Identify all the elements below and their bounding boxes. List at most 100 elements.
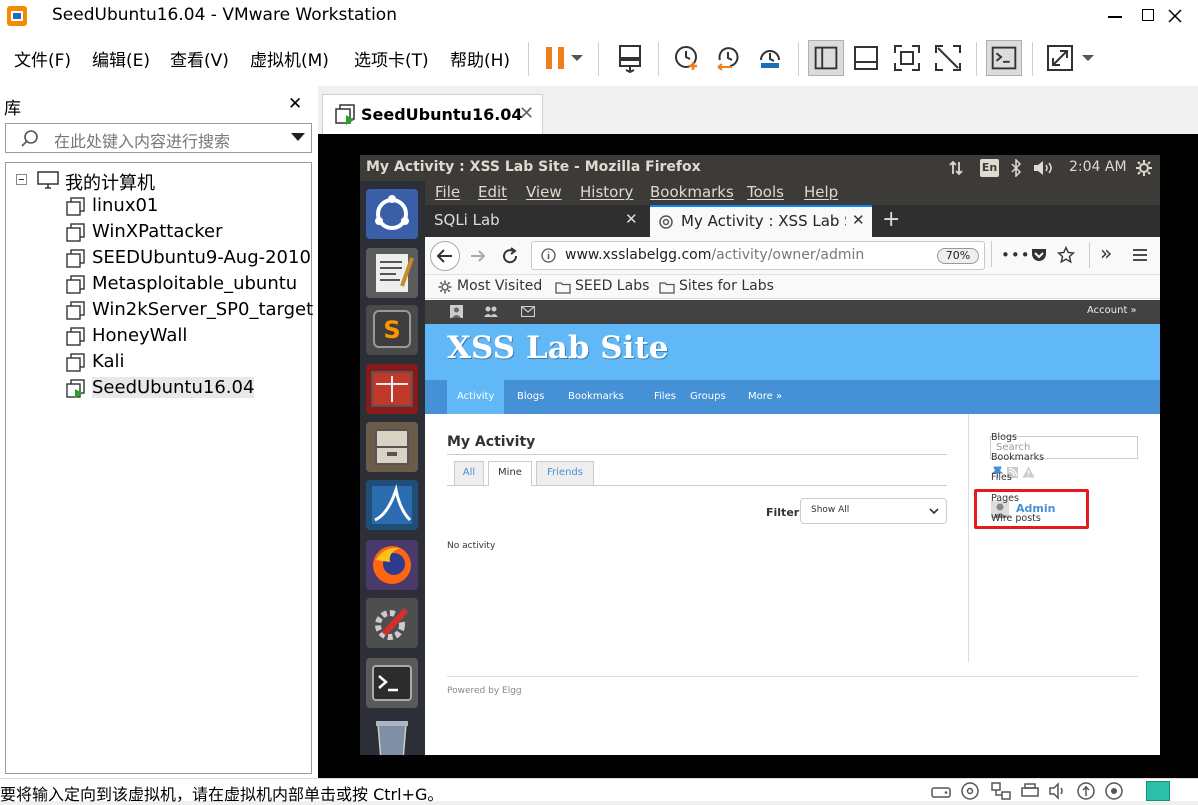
menu-edit[interactable]: 编辑(E): [92, 46, 150, 71]
powered-by-link[interactable]: Powered by Elgg: [447, 686, 522, 696]
usb-device-icon[interactable]: [1076, 781, 1096, 801]
launcher-trash-button[interactable]: [366, 716, 418, 755]
sound-card-icon[interactable]: [1048, 782, 1068, 800]
tree-item-vm[interactable]: Win2kServer_SP0_target: [6, 297, 313, 323]
owner-link[interactable]: Files: [991, 472, 1012, 483]
menu-vm[interactable]: 虚拟机(M): [250, 46, 329, 71]
filter-tab-all[interactable]: All: [454, 461, 484, 485]
url-bar[interactable]: www.xsslabelgg.com/activity/owner/admin …: [531, 241, 985, 270]
menu-file[interactable]: 文件(F): [14, 46, 71, 71]
back-button[interactable]: [429, 240, 461, 272]
unity-button[interactable]: [930, 40, 966, 76]
volume-icon[interactable]: [1032, 160, 1056, 176]
owner-link[interactable]: Pages: [991, 493, 1019, 504]
chevron-down-icon[interactable]: [291, 133, 305, 143]
user-avatar-icon[interactable]: [450, 305, 463, 318]
keyboard-layout-indicator[interactable]: En: [980, 159, 999, 177]
account-menu[interactable]: Account »: [1087, 305, 1137, 316]
power-dropdown[interactable]: [566, 40, 588, 76]
bluetooth-icon[interactable]: [1010, 159, 1022, 177]
ff-menu-view[interactable]: View: [526, 183, 562, 201]
nav-bookmarks[interactable]: Bookmarks: [558, 380, 634, 414]
ff-menu-help[interactable]: Help: [804, 183, 838, 201]
tree-item-vm[interactable]: Metasploitable_ubuntu: [6, 271, 311, 297]
tree-item-vm[interactable]: WinXPattacker: [6, 219, 311, 245]
friends-icon[interactable]: [483, 305, 499, 318]
library-view-button[interactable]: [808, 40, 844, 76]
snapshot-manager-button[interactable]: [752, 40, 788, 76]
nav-more[interactable]: More »: [738, 380, 792, 414]
stretch-dropdown[interactable]: [1078, 40, 1098, 76]
launcher-dash-button[interactable]: [366, 189, 418, 239]
reload-icon[interactable]: [501, 247, 519, 265]
launcher-sublime-button[interactable]: S: [366, 305, 418, 355]
launcher-terminal-red-button[interactable]: [366, 364, 418, 414]
launcher-files-button[interactable]: [366, 422, 418, 472]
revert-snapshot-button[interactable]: [710, 40, 746, 76]
report-warning-icon[interactable]: [1022, 466, 1035, 478]
take-snapshot-button[interactable]: [668, 40, 704, 76]
hide-tabs-button[interactable]: [848, 40, 884, 76]
filter-tab-mine[interactable]: Mine: [488, 461, 532, 486]
close-button[interactable]: [1152, 0, 1198, 32]
bookmark-most-visited[interactable]: Most Visited: [457, 278, 542, 294]
filter-tab-friends[interactable]: Friends: [536, 461, 594, 485]
ff-menu-history[interactable]: History: [580, 183, 633, 201]
menu-tabs[interactable]: 选项卡(T): [354, 46, 429, 71]
settings-gear-icon[interactable]: [1135, 159, 1153, 177]
tree-item-vm[interactable]: SeedUbuntu16.04: [6, 375, 311, 401]
vm-status-indicator-icon[interactable]: [1146, 781, 1170, 801]
collapse-toggle-icon[interactable]: [16, 174, 27, 185]
menu-view[interactable]: 查看(V): [170, 46, 229, 71]
tree-item-vm[interactable]: Kali: [6, 349, 311, 375]
zoom-indicator[interactable]: 70%: [937, 248, 979, 264]
ff-menu-tools[interactable]: Tools: [747, 183, 784, 201]
filter-select[interactable]: Show All: [800, 498, 947, 524]
printer-icon[interactable]: [1020, 782, 1040, 800]
guest-clock[interactable]: 2:04 AM: [1069, 159, 1127, 175]
console-view-button[interactable]: [986, 40, 1022, 76]
hard-disk-icon[interactable]: [930, 782, 952, 800]
ff-menu-file[interactable]: File: [435, 183, 460, 201]
menu-help[interactable]: 帮助(H): [450, 46, 510, 71]
nav-activity[interactable]: Activity: [447, 380, 505, 414]
tree-item-vm[interactable]: SEEDUbuntu9-Aug-2010: [6, 245, 311, 271]
pocket-icon[interactable]: [1031, 247, 1047, 263]
ff-menu-bookmarks[interactable]: Bookmarks: [650, 183, 734, 201]
launcher-settings-button[interactable]: [366, 598, 418, 648]
ff-tab-sqli-lab[interactable]: SQLi Lab ✕: [425, 205, 647, 237]
vm-tab[interactable]: SeedUbuntu16.04 ✕: [322, 94, 543, 134]
owner-link[interactable]: Wire posts: [991, 513, 1041, 524]
ff-tab-close-icon[interactable]: ✕: [625, 210, 638, 228]
launcher-wireshark-button[interactable]: [366, 480, 418, 530]
overflow-chevron-icon[interactable]: »: [1100, 241, 1112, 265]
ff-tab-my-activity[interactable]: My Activity : XSS Lab Site ✕: [650, 205, 872, 237]
hamburger-menu-icon[interactable]: [1132, 248, 1148, 262]
launcher-terminal-button[interactable]: [366, 658, 418, 708]
owner-link[interactable]: Bookmarks: [991, 452, 1044, 463]
nav-blogs[interactable]: Blogs: [507, 380, 554, 414]
stretch-button[interactable]: [1042, 40, 1078, 76]
launcher-text-editor-button[interactable]: [366, 248, 418, 298]
guest-screen[interactable]: My Activity : XSS Lab Site - Mozilla Fir…: [360, 155, 1160, 755]
page-actions-icon[interactable]: •••: [1001, 246, 1031, 264]
library-search-input[interactable]: 在此处键入内容进行搜索: [5, 123, 312, 153]
full-screen-button[interactable]: [889, 40, 925, 76]
new-tab-button[interactable]: +: [882, 207, 900, 232]
vm-tab-close-icon[interactable]: ✕: [519, 103, 534, 124]
library-close-button[interactable]: ✕: [288, 94, 302, 114]
nav-groups[interactable]: Groups: [680, 380, 736, 414]
cd-dvd-icon[interactable]: [960, 781, 980, 801]
info-icon[interactable]: [541, 248, 556, 263]
tree-item-vm[interactable]: linux01: [6, 193, 311, 219]
tree-root-my-computer[interactable]: 我的计算机: [6, 167, 311, 194]
ff-menu-edit[interactable]: Edit: [478, 183, 507, 201]
bookmark-seed-labs[interactable]: SEED Labs: [575, 278, 649, 294]
tree-item-vm[interactable]: HoneyWall: [6, 323, 311, 349]
site-name[interactable]: XSS Lab Site: [447, 330, 669, 366]
ff-tab-close-icon[interactable]: ✕: [852, 211, 865, 229]
send-ctrl-alt-del-button[interactable]: [612, 40, 648, 76]
forward-icon[interactable]: [469, 247, 487, 265]
messages-icon[interactable]: [521, 306, 535, 317]
bookmark-star-icon[interactable]: [1057, 246, 1075, 264]
